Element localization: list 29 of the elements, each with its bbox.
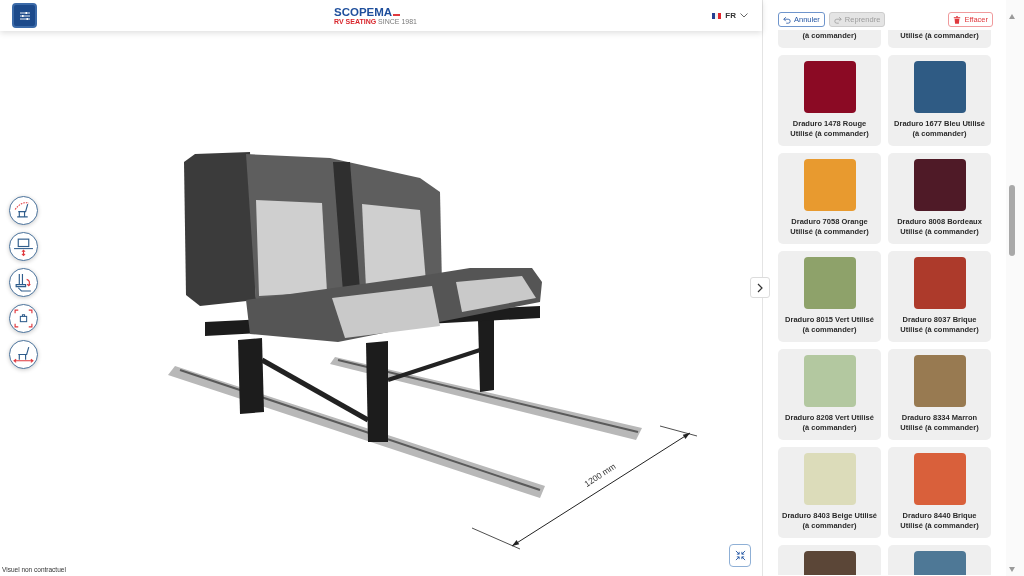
scroll-up-icon[interactable]: [1009, 14, 1015, 19]
redo-arrow-icon: [833, 15, 842, 24]
seat-with-curved-arrow-icon: [13, 272, 34, 293]
logo-dash-icon: [393, 14, 401, 16]
flag-icon: [712, 12, 722, 19]
logo-wordmark: SCOPEMA: [334, 5, 393, 18]
screen-with-height-arrow-icon: [13, 236, 34, 257]
view-tool-button[interactable]: [9, 196, 38, 225]
view-tool-button[interactable]: [9, 232, 38, 261]
view-tool-button[interactable]: [9, 340, 38, 369]
dimension-label: 1200 mm: [582, 461, 618, 489]
chevron-right-icon: [757, 282, 763, 293]
view-tool-button[interactable]: [9, 304, 38, 333]
fabric-card[interactable]: [778, 545, 881, 575]
sliders-icon: [18, 10, 31, 21]
scrollbar-thumb[interactable]: [1009, 185, 1015, 256]
view-tool-button[interactable]: [9, 268, 38, 297]
language-selector[interactable]: FR: [712, 11, 748, 20]
filters-button[interactable]: [12, 3, 37, 28]
arrows-inward-icon: [734, 550, 746, 561]
fabric-card[interactable]: [888, 545, 991, 575]
scrollbar-track[interactable]: [1006, 0, 1024, 576]
scroll-down-icon[interactable]: [1009, 567, 1015, 572]
undo-arrow-icon: [783, 15, 791, 24]
trash-icon: [953, 15, 962, 24]
seat-with-width-arrow-icon: [13, 344, 34, 365]
chevron-down-icon: [740, 13, 748, 18]
collapse-view-button[interactable]: [729, 544, 751, 567]
corner-marks-icon: [13, 308, 34, 329]
